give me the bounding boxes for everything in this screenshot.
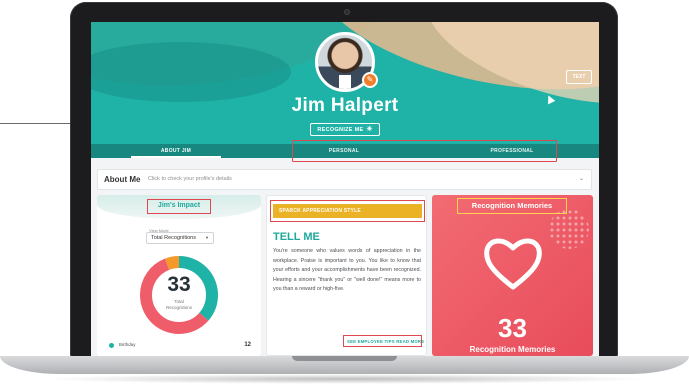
about-me-label: About Me	[104, 175, 141, 184]
legend-value: 12	[244, 342, 251, 348]
memories-caption: Recognition Memories	[469, 345, 556, 354]
memories-count: 33	[498, 313, 527, 343]
total-recognitions-number: 33	[167, 273, 191, 296]
profile-name: Jim Halpert	[291, 95, 399, 116]
about-me-hint: Click to check your profile's details	[148, 176, 232, 182]
impact-highlight-box	[147, 199, 211, 214]
laptop-camera	[344, 9, 350, 15]
profile-header: ✎ Jim Halpert RECOGNIZE ME ✳ TEXT	[91, 22, 599, 144]
chevron-down-icon[interactable]: ⌄	[579, 170, 584, 189]
about-me-bar[interactable]: About Me Click to check your profile's d…	[97, 169, 592, 190]
sparkle-icon: ✳	[366, 126, 373, 133]
marketing-stage: ✎ Jim Halpert RECOGNIZE ME ✳ TEXT ABOUT J…	[0, 0, 689, 387]
heart-icon	[484, 238, 542, 290]
appreciation-style-card: SPARCK APPRECIATION STYLE TELL ME You're…	[266, 195, 427, 356]
tabs-highlight-box	[292, 140, 557, 162]
legend-dot	[109, 343, 114, 348]
laptop-screen: ✎ Jim Halpert RECOGNIZE ME ✳ TEXT ABOUT J…	[91, 22, 599, 356]
laptop-notch	[292, 356, 397, 361]
view-mode-select[interactable]: Total Recognitions ▼	[146, 232, 214, 244]
legend-label: Birthday	[119, 342, 136, 347]
links-highlight-box	[343, 335, 422, 347]
text-button[interactable]: TEXT	[566, 70, 592, 84]
style-highlight-box	[270, 200, 425, 222]
edit-avatar-icon[interactable]: ✎	[362, 72, 378, 88]
recognize-me-label: RECOGNIZE ME	[317, 127, 364, 133]
total-recognitions-caption: Total Recognitions	[165, 299, 192, 310]
memories-highlight-box	[457, 198, 567, 214]
impact-card: Jim's Impact View Mode Total Recognition…	[97, 195, 261, 356]
recognize-me-button[interactable]: RECOGNIZE ME ✳	[310, 123, 380, 136]
appreciation-description: You're someone who values words of appre…	[273, 248, 421, 292]
callout-connector-line	[0, 123, 75, 124]
appreciation-heading: TELL ME	[273, 231, 320, 243]
view-mode-value: Total Recognitions	[151, 235, 196, 241]
tab-about[interactable]: ABOUT JIM	[131, 144, 221, 158]
recognition-memories-card[interactable]: Recognition Memories 33 Recognition Memo…	[432, 195, 593, 356]
dropdown-arrow-icon: ▼	[205, 235, 209, 240]
